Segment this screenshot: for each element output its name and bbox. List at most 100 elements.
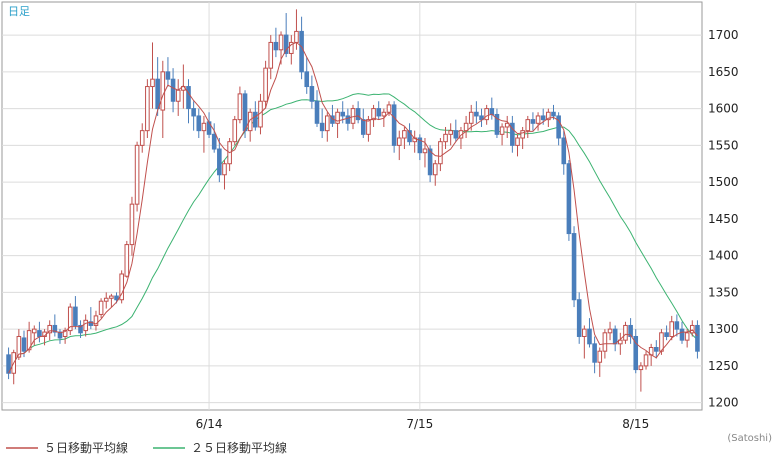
candle: [576, 292, 582, 344]
candle-body: [150, 78, 155, 88]
candle: [232, 115, 238, 146]
candle-body: [314, 100, 320, 124]
candle-body: [237, 93, 243, 121]
candle-body: [134, 144, 140, 205]
candle-body: [684, 332, 690, 341]
y-tick-label: 1450: [708, 212, 739, 226]
candle-body: [654, 347, 659, 352]
candle-body: [201, 122, 207, 132]
candle: [623, 321, 628, 344]
candle-body: [643, 354, 649, 367]
candle-body: [535, 115, 541, 124]
y-tick-label: 1350: [708, 285, 739, 299]
y-tick-label: 1250: [708, 359, 739, 373]
y-tick-label: 1500: [708, 175, 739, 189]
legend-ma5-label: ５日移動平均線: [44, 440, 128, 455]
candle-body: [191, 108, 196, 117]
candle-body: [422, 148, 428, 154]
candlestick-chart: 1200 1250 1300 1350 1400 1450 1500 1550 1600 1650…: [1, 1, 772, 455]
candle: [119, 270, 124, 304]
candle-body: [299, 30, 304, 73]
candle-body: [31, 328, 37, 334]
candle-body: [263, 67, 268, 102]
candle-body: [294, 30, 299, 43]
candle-body: [530, 119, 536, 124]
candle-body: [335, 111, 340, 124]
candle-body: [582, 328, 587, 337]
candle: [566, 160, 572, 241]
candle-body: [602, 332, 608, 352]
candle-body: [222, 163, 227, 176]
candle-body: [345, 115, 351, 124]
candle-body: [448, 130, 453, 135]
candle-body: [551, 111, 556, 117]
y-tick-label: 1700: [708, 28, 739, 42]
candle-body: [253, 111, 258, 128]
candle-body: [124, 244, 130, 277]
candle-body: [196, 115, 202, 132]
candle-body: [21, 337, 27, 352]
candle-body: [186, 86, 191, 110]
candle: [145, 79, 150, 138]
candle-body: [489, 108, 495, 115]
candle-body: [83, 319, 88, 332]
candle: [242, 90, 248, 138]
candle-body: [571, 233, 577, 301]
candle-body: [443, 133, 448, 143]
candle-body: [484, 108, 489, 121]
candle-body: [463, 122, 469, 132]
candle-body: [638, 365, 644, 371]
x-tick-label: 8/15: [622, 417, 649, 431]
candle-body: [170, 78, 176, 102]
candle-body: [386, 104, 392, 113]
legend-ma25-label: ２５日移動平均線: [191, 440, 287, 455]
period-label[interactable]: 日足: [8, 5, 30, 18]
candle-body: [695, 324, 700, 352]
candle-body: [217, 148, 222, 176]
candle-body: [669, 321, 675, 337]
candle-body: [587, 328, 592, 345]
candle-body: [499, 126, 505, 135]
candle-body: [139, 130, 145, 146]
candle: [67, 303, 73, 336]
candle-body: [566, 163, 572, 235]
plot-area: [1, 1, 703, 411]
x-axis-ticks: 6/14 7/15 8/15: [196, 417, 650, 431]
candle-body: [165, 71, 171, 80]
candle-body: [391, 104, 397, 146]
credit-label: (Satoshi): [727, 433, 772, 444]
candle-body: [340, 111, 346, 117]
candle-body: [155, 78, 160, 110]
candle-body: [145, 86, 150, 132]
candle: [263, 60, 268, 109]
candle: [124, 240, 130, 278]
y-tick-label: 1200: [708, 396, 739, 410]
y-tick-label: 1600: [708, 102, 739, 116]
x-tick-label: 6/14: [196, 417, 223, 431]
candle-body: [438, 141, 443, 165]
candle-body: [664, 332, 669, 337]
candle-body: [612, 328, 618, 345]
candle-body: [468, 111, 474, 124]
candle-body: [109, 295, 114, 299]
candle-body: [376, 108, 382, 117]
y-tick-label: 1650: [708, 65, 739, 79]
candle-body: [674, 321, 680, 330]
candle: [571, 226, 577, 308]
candle-body: [37, 330, 42, 337]
y-tick-label: 1300: [708, 322, 739, 336]
candle-body: [160, 71, 166, 111]
candle-body: [366, 119, 371, 135]
candle-body: [98, 300, 104, 315]
candle-body: [175, 89, 181, 102]
candle-body: [623, 324, 628, 341]
candle-body: [309, 86, 315, 102]
candle-body: [432, 163, 438, 176]
candle-body: [525, 119, 531, 132]
candle-body: [242, 93, 248, 132]
candle: [391, 101, 397, 153]
candle-body: [396, 137, 402, 146]
candle-body: [319, 122, 325, 132]
legend: ５日移動平均線 ２５日移動平均線: [6, 440, 287, 455]
candle-body: [324, 115, 330, 132]
